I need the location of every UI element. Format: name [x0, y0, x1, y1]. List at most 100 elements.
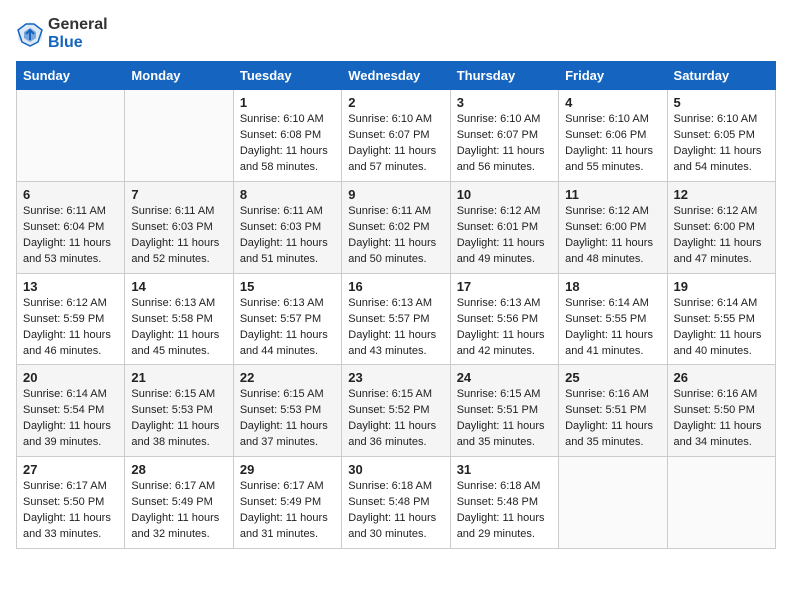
- calendar-cell: 10Sunrise: 6:12 AMSunset: 6:01 PMDayligh…: [450, 181, 558, 273]
- calendar-week-5: 27 Sunrise: 6:17 AMSunset: 5:50 PMDayligh…: [17, 457, 776, 549]
- calendar-week-2: 6Sunrise: 6:11 AMSunset: 6:04 PMDaylight…: [17, 181, 776, 273]
- calendar-cell: 27 Sunrise: 6:17 AMSunset: 5:50 PMDayligh…: [17, 457, 125, 549]
- cell-content: Sunrise: 6:18 AMSunset: 5:48 PMDaylight:…: [348, 479, 443, 543]
- sunset: Sunset: 6:07 PM: [348, 129, 429, 141]
- sunset: Sunset: 5:48 PM: [457, 496, 538, 508]
- daylight: Daylight: 11 hours and 30 minutes.: [348, 512, 436, 540]
- cell-content: Sunrise: 6:18 AMSunset: 5:48 PMDaylight:…: [457, 479, 552, 543]
- cell-content: Sunrise: 6:12 AMSunset: 6:00 PMDaylight:…: [674, 204, 769, 268]
- day-number: 10: [457, 187, 552, 202]
- logo: General Blue: [16, 16, 108, 51]
- calendar-cell: 28Sunrise: 6:17 AMSunset: 5:49 PMDayligh…: [125, 457, 233, 549]
- daylight: Daylight: 11 hours and 48 minutes.: [565, 237, 653, 265]
- day-number: 25: [565, 370, 660, 385]
- daylight: Daylight: 11 hours and 43 minutes.: [348, 329, 436, 357]
- calendar-week-1: 1 Sunrise: 6:10 AMSunset: 6:08 PMDaylight…: [17, 90, 776, 182]
- cell-content: Sunrise: 6:12 AMSunset: 5:59 PMDaylight:…: [23, 296, 118, 360]
- calendar-week-4: 20Sunrise: 6:14 AMSunset: 5:54 PMDayligh…: [17, 365, 776, 457]
- daylight: Daylight: 11 hours and 50 minutes.: [348, 237, 436, 265]
- daylight: Daylight: 11 hours and 40 minutes.: [674, 329, 762, 357]
- sunset: Sunset: 5:49 PM: [131, 496, 212, 508]
- day-number: 3: [457, 95, 552, 110]
- daylight: Daylight: 11 hours and 55 minutes.: [565, 145, 653, 173]
- sunset: Sunset: 5:51 PM: [457, 404, 538, 416]
- sunrise: Sunrise: 6:18 AM: [348, 480, 432, 492]
- daylight: Daylight: 11 hours and 42 minutes.: [457, 329, 545, 357]
- sunset: Sunset: 6:00 PM: [565, 221, 646, 233]
- calendar-cell: 17Sunrise: 6:13 AMSunset: 5:56 PMDayligh…: [450, 273, 558, 365]
- calendar-cell: [559, 457, 667, 549]
- sunset: Sunset: 5:58 PM: [131, 313, 212, 325]
- sunrise: Sunrise: 6:13 AM: [348, 297, 432, 309]
- calendar-cell: 21Sunrise: 6:15 AMSunset: 5:53 PMDayligh…: [125, 365, 233, 457]
- calendar-week-3: 13 Sunrise: 6:12 AMSunset: 5:59 PMDayligh…: [17, 273, 776, 365]
- sunrise: Sunrise: 6:15 AM: [240, 388, 324, 400]
- sunset: Sunset: 6:06 PM: [565, 129, 646, 141]
- sunset: Sunset: 5:57 PM: [240, 313, 321, 325]
- calendar-cell: 8Sunrise: 6:11 AMSunset: 6:03 PMDaylight…: [233, 181, 341, 273]
- day-number: 13: [23, 279, 118, 294]
- day-number: 27: [23, 462, 118, 477]
- weekday-header-thursday: Thursday: [450, 62, 558, 90]
- logo-text-block: General Blue: [48, 16, 108, 51]
- sunset: Sunset: 5:53 PM: [131, 404, 212, 416]
- daylight: Daylight: 11 hours and 38 minutes.: [131, 420, 219, 448]
- sunset: Sunset: 5:52 PM: [348, 404, 429, 416]
- sunset: Sunset: 6:00 PM: [674, 221, 755, 233]
- cell-content: Sunrise: 6:11 AMSunset: 6:02 PMDaylight:…: [348, 204, 443, 268]
- cell-content: Sunrise: 6:15 AMSunset: 5:51 PMDaylight:…: [457, 387, 552, 451]
- sunset: Sunset: 5:56 PM: [457, 313, 538, 325]
- calendar-cell: 7Sunrise: 6:11 AMSunset: 6:03 PMDaylight…: [125, 181, 233, 273]
- sunrise: Sunrise: 6:13 AM: [240, 297, 324, 309]
- cell-content: Sunrise: 6:15 AMSunset: 5:53 PMDaylight:…: [131, 387, 226, 451]
- calendar-cell: 4Sunrise: 6:10 AMSunset: 6:06 PMDaylight…: [559, 90, 667, 182]
- weekday-header-wednesday: Wednesday: [342, 62, 450, 90]
- cell-content: Sunrise: 6:17 AMSunset: 5:49 PMDaylight:…: [240, 479, 335, 543]
- daylight: Daylight: 11 hours and 35 minutes.: [457, 420, 545, 448]
- sunset: Sunset: 6:01 PM: [457, 221, 538, 233]
- calendar-cell: 16Sunrise: 6:13 AMSunset: 5:57 PMDayligh…: [342, 273, 450, 365]
- sunset: Sunset: 5:57 PM: [348, 313, 429, 325]
- sunset: Sunset: 5:54 PM: [23, 404, 104, 416]
- daylight: Daylight: 11 hours and 45 minutes.: [131, 329, 219, 357]
- day-number: 18: [565, 279, 660, 294]
- calendar-cell: 12Sunrise: 6:12 AMSunset: 6:00 PMDayligh…: [667, 181, 775, 273]
- daylight: Daylight: 11 hours and 52 minutes.: [131, 237, 219, 265]
- cell-content: Sunrise: 6:13 AMSunset: 5:56 PMDaylight:…: [457, 296, 552, 360]
- daylight: Daylight: 11 hours and 56 minutes.: [457, 145, 545, 173]
- daylight: Daylight: 11 hours and 51 minutes.: [240, 237, 328, 265]
- day-number: 8: [240, 187, 335, 202]
- sunrise: Sunrise: 6:12 AM: [457, 205, 541, 217]
- calendar-cell: 9 Sunrise: 6:11 AMSunset: 6:02 PMDaylight…: [342, 181, 450, 273]
- sunset: Sunset: 5:55 PM: [674, 313, 755, 325]
- day-number: 9: [348, 187, 443, 202]
- calendar-cell: 6Sunrise: 6:11 AMSunset: 6:04 PMDaylight…: [17, 181, 125, 273]
- sunset: Sunset: 6:02 PM: [348, 221, 429, 233]
- day-number: 20: [23, 370, 118, 385]
- sunset: Sunset: 6:03 PM: [131, 221, 212, 233]
- calendar-cell: 1 Sunrise: 6:10 AMSunset: 6:08 PMDaylight…: [233, 90, 341, 182]
- calendar-cell: 24 Sunrise: 6:15 AMSunset: 5:51 PMDayligh…: [450, 365, 558, 457]
- cell-content: Sunrise: 6:12 AMSunset: 6:01 PMDaylight:…: [457, 204, 552, 268]
- calendar-cell: 13 Sunrise: 6:12 AMSunset: 5:59 PMDayligh…: [17, 273, 125, 365]
- calendar-cell: 19Sunrise: 6:14 AMSunset: 5:55 PMDayligh…: [667, 273, 775, 365]
- day-number: 14: [131, 279, 226, 294]
- day-number: 22: [240, 370, 335, 385]
- sunset: Sunset: 6:05 PM: [674, 129, 755, 141]
- day-number: 31: [457, 462, 552, 477]
- calendar-cell: 15Sunrise: 6:13 AMSunset: 5:57 PMDayligh…: [233, 273, 341, 365]
- sunset: Sunset: 6:08 PM: [240, 129, 321, 141]
- cell-content: Sunrise: 6:10 AMSunset: 6:07 PMDaylight:…: [348, 112, 443, 176]
- day-number: 6: [23, 187, 118, 202]
- cell-content: Sunrise: 6:10 AMSunset: 6:05 PMDaylight:…: [674, 112, 769, 176]
- day-number: 1: [240, 95, 335, 110]
- day-number: 2: [348, 95, 443, 110]
- cell-content: Sunrise: 6:10 AMSunset: 6:08 PMDaylight:…: [240, 112, 335, 176]
- sunrise: Sunrise: 6:11 AM: [240, 205, 323, 217]
- day-number: 24: [457, 370, 552, 385]
- cell-content: Sunrise: 6:17 AMSunset: 5:50 PMDaylight:…: [23, 479, 118, 543]
- calendar-cell: 22Sunrise: 6:15 AMSunset: 5:53 PMDayligh…: [233, 365, 341, 457]
- sunset: Sunset: 5:59 PM: [23, 313, 104, 325]
- calendar-cell: 29Sunrise: 6:17 AMSunset: 5:49 PMDayligh…: [233, 457, 341, 549]
- calendar-cell: 3Sunrise: 6:10 AMSunset: 6:07 PMDaylight…: [450, 90, 558, 182]
